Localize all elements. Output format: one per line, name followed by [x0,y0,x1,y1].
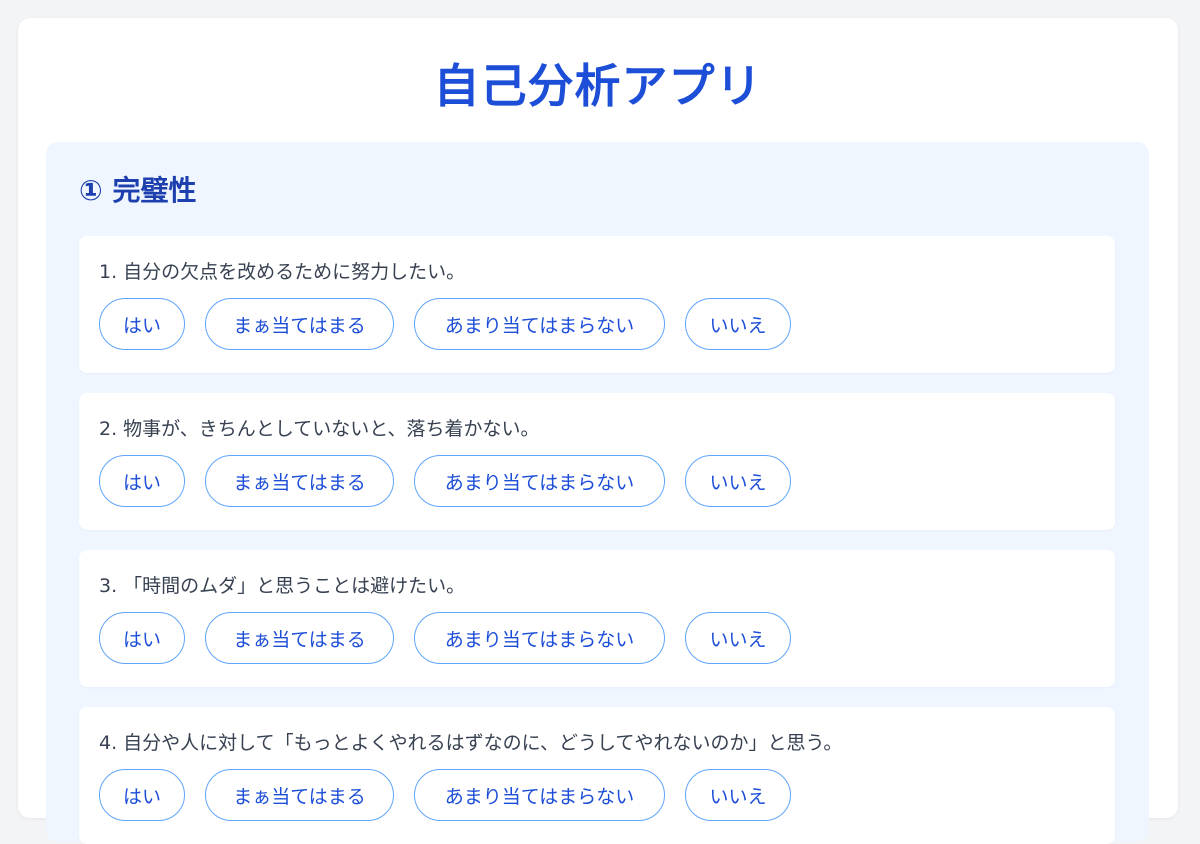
option-not-really-button[interactable]: あまり当てはまらない [414,612,665,664]
option-yes-button[interactable]: はい [99,612,185,664]
question-card-1: 1. 自分の欠点を改めるために努力したい。 はい まぁ当てはまる あまり当てはま… [79,236,1115,373]
question-text: 3. 「時間のムダ」と思うことは避けたい。 [99,575,466,597]
option-somewhat-button[interactable]: まぁ当てはまる [205,455,394,507]
option-no-button[interactable]: いいえ [685,455,791,507]
section-perfectionism: ① 完璧性 1. 自分の欠点を改めるために努力したい。 はい まぁ当てはまる あ… [46,142,1149,844]
option-no-button[interactable]: いいえ [685,769,791,821]
app-card: 自己分析アプリ ① 完璧性 1. 自分の欠点を改めるために努力したい。 はい ま… [18,18,1178,844]
question-card-2: 2. 物事が、きちんとしていないと、落ち着かない。 はい まぁ当てはまる あまり… [79,393,1115,530]
option-yes-button[interactable]: はい [99,298,185,350]
option-somewhat-button[interactable]: まぁ当てはまる [205,612,394,664]
option-somewhat-button[interactable]: まぁ当てはまる [205,298,394,350]
option-no-button[interactable]: いいえ [685,612,791,664]
option-not-really-button[interactable]: あまり当てはまらない [414,298,665,350]
question-card-4: 4. 自分や人に対して「もっとよくやれるはずなのに、どうしてやれないのか」と思う… [79,707,1115,844]
option-not-really-button[interactable]: あまり当てはまらない [414,455,665,507]
option-no-button[interactable]: いいえ [685,298,791,350]
option-yes-button[interactable]: はい [99,769,185,821]
option-somewhat-button[interactable]: まぁ当てはまる [205,769,394,821]
question-text: 4. 自分や人に対して「もっとよくやれるはずなのに、どうしてやれないのか」と思う… [99,732,843,754]
question-card-3: 3. 「時間のムダ」と思うことは避けたい。 はい まぁ当てはまる あまり当てはま… [79,550,1115,687]
app-title: 自己分析アプリ [433,59,763,113]
option-yes-button[interactable]: はい [99,455,185,507]
section-title: ① 完璧性 [79,174,197,207]
question-text: 2. 物事が、きちんとしていないと、落ち着かない。 [99,418,540,440]
option-not-really-button[interactable]: あまり当てはまらない [414,769,665,821]
question-text: 1. 自分の欠点を改めるために努力したい。 [99,261,466,283]
